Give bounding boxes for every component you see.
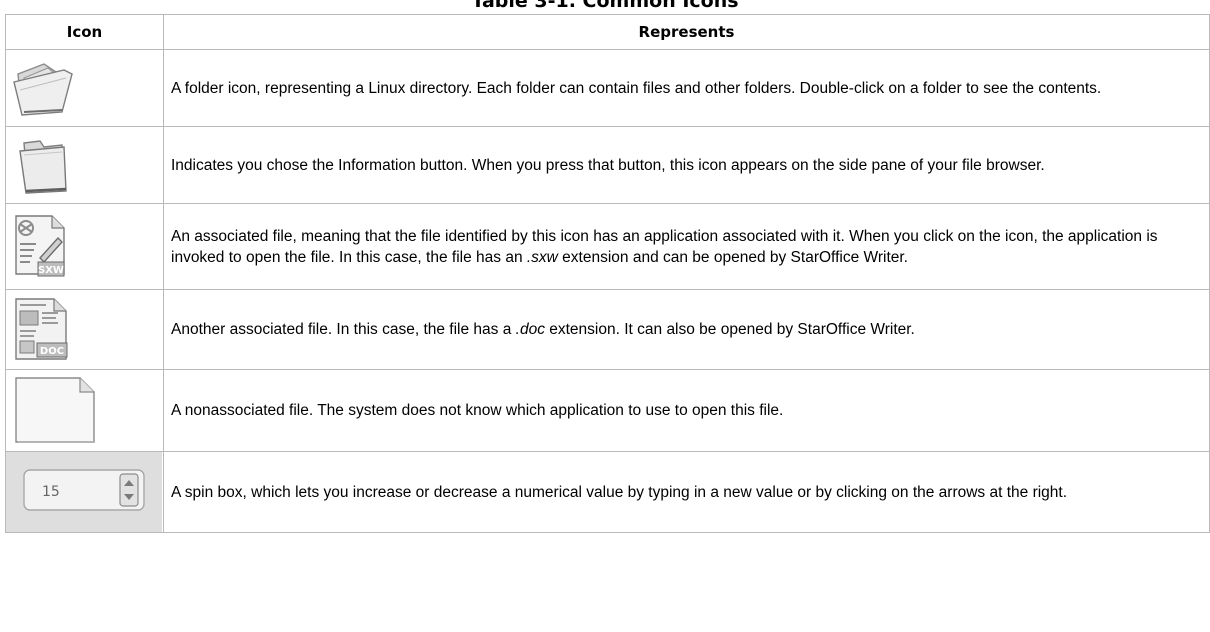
- spin-value: 15: [42, 484, 60, 500]
- header-represents: Represents: [163, 14, 1210, 50]
- blank-file-icon: [15, 376, 95, 443]
- description-text-post: extension and can be opened by StarOffic…: [557, 248, 908, 266]
- icon-cell: [5, 49, 164, 127]
- description-cell: An associated file, meaning that the fil…: [163, 203, 1210, 290]
- table-row: SXW An associated file, meaning that the…: [5, 203, 1210, 290]
- description-cell: A spin box, which lets you increase or d…: [163, 451, 1210, 533]
- description-text-pre: Another associated file. In this case, t…: [171, 321, 516, 338]
- description-cell: Indicates you chose the Information butt…: [163, 126, 1210, 204]
- icon-cell: [5, 369, 164, 452]
- table-row: Indicates you chose the Information butt…: [5, 126, 1210, 204]
- table-row: 15 A spin box, which lets you increase o…: [5, 451, 1210, 533]
- table-row: A nonassociated file. The system does no…: [5, 369, 1210, 452]
- table-row: DOC Another associated file. In this cas…: [5, 289, 1210, 370]
- icon-cell: [5, 126, 164, 204]
- header-icon: Icon: [5, 14, 164, 50]
- icon-cell: SXW: [5, 203, 164, 290]
- description-cell: Another associated file. In this case, t…: [163, 289, 1210, 370]
- sxw-document-icon: SXW: [15, 214, 65, 276]
- svg-text:DOC: DOC: [40, 346, 64, 357]
- icon-cell: 15: [5, 451, 164, 533]
- description-cell: A nonassociated file. The system does no…: [163, 369, 1210, 452]
- open-folder-icon: [13, 63, 73, 116]
- file-extension: .sxw: [526, 248, 558, 266]
- table-row: A folder icon, representing a Linux dire…: [5, 49, 1210, 127]
- description-text-post: extension. It can also be opened by Star…: [544, 321, 915, 338]
- svg-text:SXW: SXW: [38, 265, 64, 276]
- common-icons-table: Icon Represents A folder icon, represent…: [5, 14, 1210, 533]
- description-cell: A folder icon, representing a Linux dire…: [163, 49, 1210, 127]
- closed-folder-icon: [19, 140, 67, 194]
- file-extension: .doc: [515, 321, 545, 338]
- doc-document-icon: DOC: [15, 297, 68, 360]
- icon-cell: DOC: [5, 289, 164, 370]
- table-title: Table 3-1. Common Icons: [471, 0, 739, 12]
- table-header-row: Icon Represents: [5, 14, 1210, 50]
- spin-box-icon: 15: [6, 452, 162, 532]
